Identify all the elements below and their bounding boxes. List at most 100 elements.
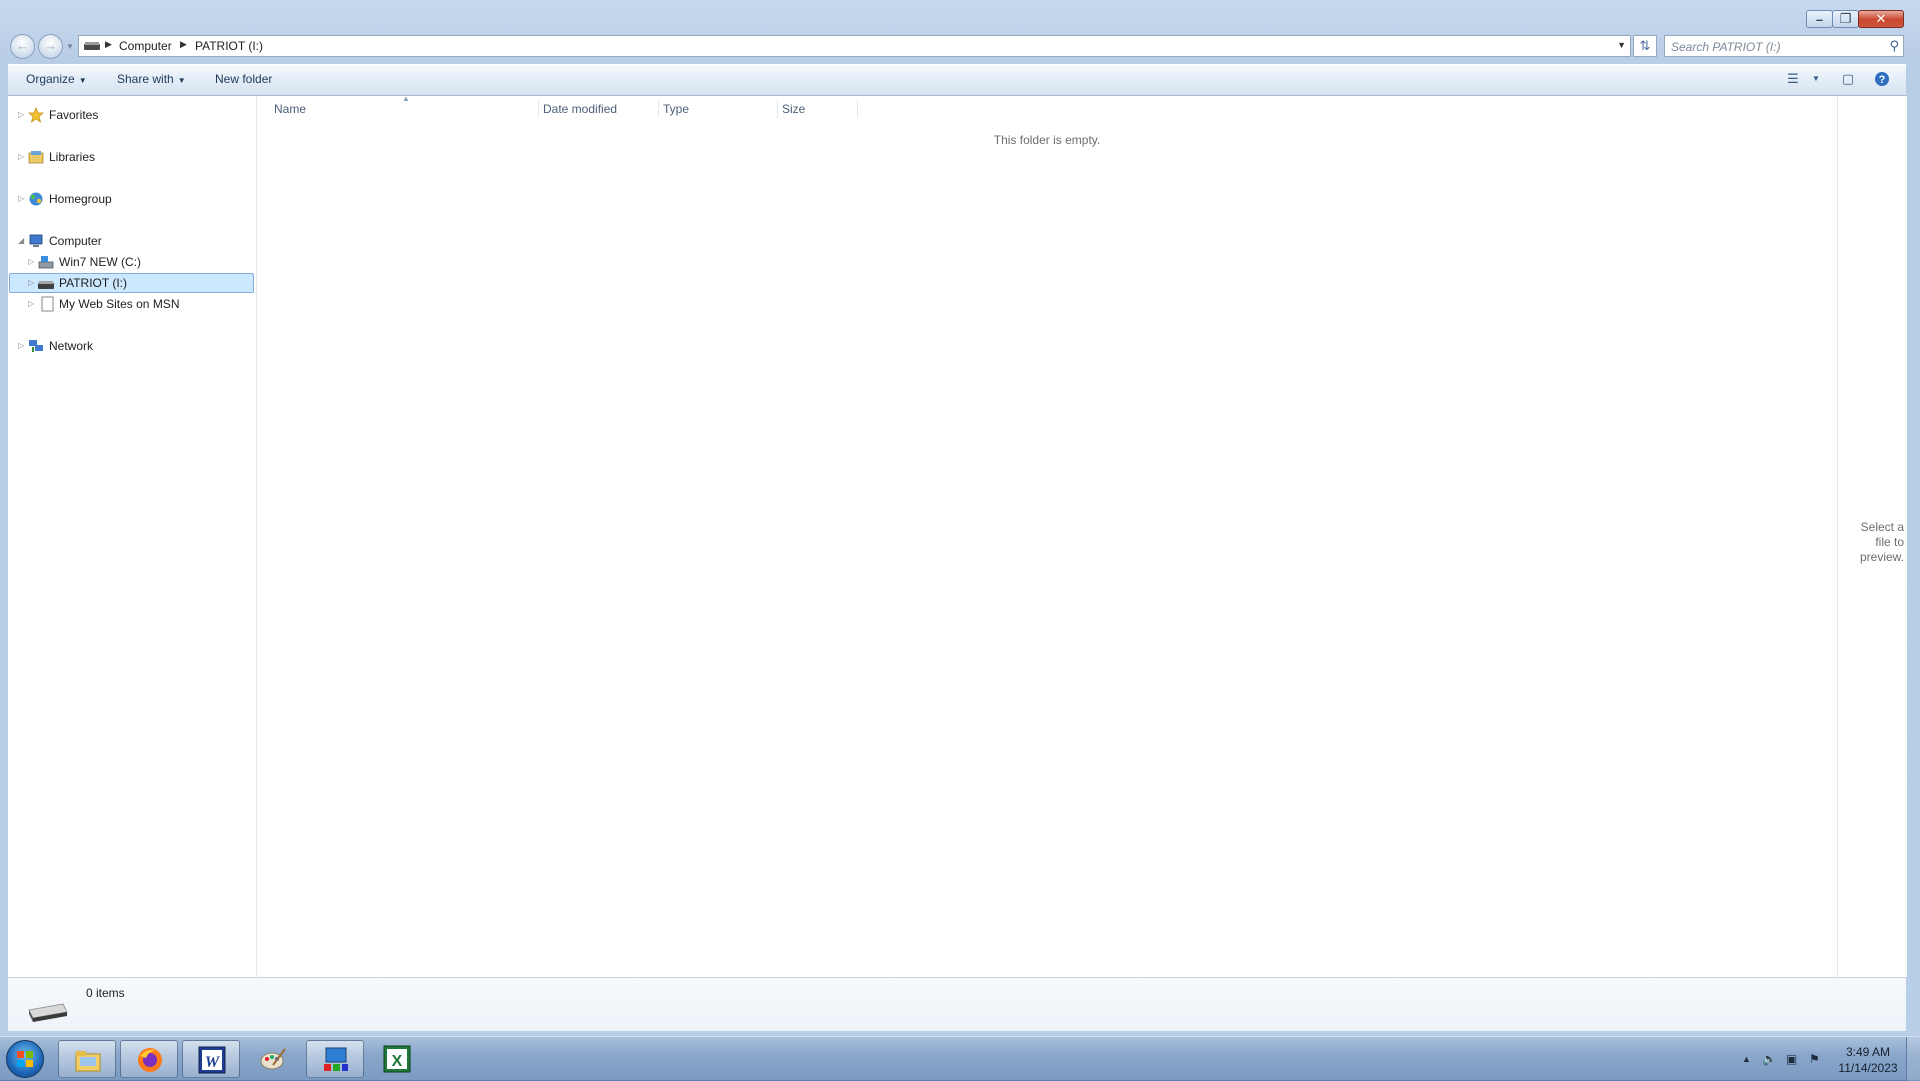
help-icon[interactable]: ? <box>1873 71 1891 87</box>
breadcrumb-arrow-icon[interactable]: ▶ <box>180 39 187 50</box>
navigation-pane[interactable]: ▷ Favorites ▷ Libraries ▷ Homegroup ◢ Co… <box>8 96 257 977</box>
expand-arrow-icon[interactable]: ▷ <box>28 274 34 292</box>
taskbar-firefox[interactable] <box>120 1040 178 1078</box>
details-pane: 0 items <box>8 977 1906 1031</box>
column-divider[interactable] <box>658 100 659 118</box>
expand-arrow-icon[interactable]: ▷ <box>28 295 34 313</box>
start-button[interactable] <box>6 1040 44 1078</box>
show-hidden-icons-icon[interactable]: ▲ <box>1742 1054 1751 1064</box>
tree-item-favorites[interactable]: ▷ Favorites <box>8 106 256 124</box>
title-bar[interactable]: – ❐ ✕ <box>0 0 1920 32</box>
column-header-type[interactable]: Type <box>663 98 689 120</box>
forward-button[interactable]: → <box>38 34 63 59</box>
network-icon <box>29 340 43 352</box>
preview-pane: Select a file to preview. <box>1837 96 1907 977</box>
minimize-button[interactable]: – <box>1806 10 1833 28</box>
chevron-down-icon: ▼ <box>78 76 87 85</box>
collapse-arrow-icon[interactable]: ◢ <box>18 232 24 250</box>
tree-item-drive-c[interactable]: ▷ Win7 NEW (C:) <box>8 253 256 271</box>
taskbar: W X ▲ 🔈 ▣ ⚑ 3:49 AM 11/14/2023 <box>0 1036 1920 1081</box>
content-area: ▷ Favorites ▷ Libraries ▷ Homegroup ◢ Co… <box>8 94 1907 977</box>
minimize-icon: – <box>1815 11 1824 27</box>
view-options-dropdown-icon[interactable]: ▼ <box>1807 74 1825 90</box>
taskbar-excel[interactable]: X <box>368 1040 426 1078</box>
taskbar-paint[interactable] <box>244 1040 302 1078</box>
share-with-label: Share with <box>117 72 174 86</box>
tree-item-network[interactable]: ▷ Network <box>8 337 256 355</box>
breadcrumb-computer[interactable]: Computer <box>119 39 172 53</box>
windows-logo-icon <box>17 1051 33 1067</box>
restore-icon: ❐ <box>1839 11 1852 26</box>
new-folder-button[interactable]: New folder <box>215 72 272 86</box>
command-bar: Organize ▼ Share with ▼ New folder ☰ ▼ ▢ ? <box>8 64 1906 96</box>
tree-label-homegroup: Homegroup <box>49 192 112 206</box>
expand-arrow-icon[interactable]: ▷ <box>18 148 24 166</box>
taskbar-word[interactable]: W <box>182 1040 240 1078</box>
preview-pane-icon[interactable]: ▢ <box>1839 71 1857 87</box>
tree-label-libraries: Libraries <box>49 150 96 164</box>
tree-item-msn[interactable]: ▷ My Web Sites on MSN <box>8 295 256 313</box>
expand-arrow-icon[interactable]: ▷ <box>18 190 24 208</box>
maximize-button[interactable]: ❐ <box>1832 10 1859 28</box>
expand-arrow-icon[interactable]: ▷ <box>28 253 34 271</box>
refresh-button[interactable]: ⇅ <box>1633 35 1657 57</box>
column-header-date-modified[interactable]: Date modified <box>543 98 617 120</box>
column-divider[interactable] <box>857 100 858 118</box>
sort-ascending-icon: ▲ <box>402 94 410 103</box>
address-bar[interactable]: ▶ Computer ▶ PATRIOT (I:) ▼ <box>78 35 1631 57</box>
column-header-size[interactable]: Size <box>782 98 805 120</box>
taskbar-windows-explorer[interactable] <box>58 1040 116 1078</box>
search-placeholder: Search PATRIOT (I:) <box>1671 40 1781 54</box>
organize-button[interactable]: Organize ▼ <box>26 72 87 86</box>
tree-label-network: Network <box>49 339 94 353</box>
search-icon[interactable]: ⚲ <box>1889 38 1899 54</box>
excel-icon: X <box>383 1045 411 1073</box>
expand-arrow-icon[interactable]: ▷ <box>18 337 24 355</box>
column-divider[interactable] <box>538 100 539 118</box>
network-tray-icon[interactable]: ▣ <box>1786 1052 1797 1066</box>
tree-item-computer[interactable]: ◢ Computer <box>8 232 256 250</box>
forward-arrow-icon: → <box>44 38 57 53</box>
volume-icon[interactable]: 🔈 <box>1762 1052 1777 1066</box>
close-icon: ✕ <box>1875 11 1887 26</box>
column-divider[interactable] <box>777 100 778 118</box>
column-header-name[interactable]: Name <box>274 98 306 120</box>
svg-text:?: ? <box>1879 74 1886 86</box>
refresh-icon: ⇅ <box>1639 38 1651 53</box>
tree-item-drive-i[interactable]: ▷ PATRIOT (I:) <box>8 274 256 292</box>
firefox-icon <box>138 1048 162 1072</box>
action-center-flag-icon[interactable]: ⚑ <box>1809 1052 1820 1066</box>
item-count: 0 items <box>86 986 125 1000</box>
removable-drive-icon <box>28 1003 68 1022</box>
tree-label-computer: Computer <box>49 234 102 248</box>
breadcrumb-arrow-icon[interactable]: ▶ <box>105 39 112 50</box>
show-desktop-button[interactable] <box>1906 1037 1920 1081</box>
navigation-bar: ← → ▼ ▶ Computer ▶ PATRIOT (I:) ▼ ⇅ Sear… <box>0 32 1920 60</box>
expand-arrow-icon[interactable]: ▷ <box>18 106 24 124</box>
svg-text:X: X <box>392 1053 403 1070</box>
breadcrumb-drive[interactable]: PATRIOT (I:) <box>195 39 263 53</box>
tree-item-homegroup[interactable]: ▷ Homegroup <box>8 190 256 208</box>
change-view-icon[interactable]: ☰ <box>1784 71 1802 87</box>
tree-label-favorites: Favorites <box>49 108 99 122</box>
share-with-button[interactable]: Share with ▼ <box>117 72 186 86</box>
clock[interactable]: 3:49 AM 11/14/2023 <box>1835 1044 1901 1076</box>
taskbar-control-panel[interactable] <box>306 1040 364 1078</box>
file-list[interactable]: Name ▲ Date modified Type Size This fold… <box>257 94 1837 977</box>
search-input[interactable]: Search PATRIOT (I:) ⚲ <box>1664 35 1904 57</box>
empty-folder-message: This folder is empty. <box>993 133 1101 147</box>
close-button[interactable]: ✕ <box>1858 10 1904 28</box>
tree-label-drive-i: PATRIOT (I:) <box>59 276 127 290</box>
recent-pages-icon[interactable]: ▼ <box>66 42 74 51</box>
back-button[interactable]: ← <box>10 34 35 59</box>
clock-time: 3:49 AM <box>1845 1045 1891 1059</box>
system-drive-icon <box>38 256 54 269</box>
tree-label-msn: My Web Sites on MSN <box>59 297 180 311</box>
removable-drive-icon <box>38 281 54 289</box>
svg-text:W: W <box>205 1054 221 1071</box>
star-icon <box>28 107 44 123</box>
clock-date: 11/14/2023 <box>1838 1061 1898 1075</box>
computer-icon <box>29 234 43 247</box>
tree-item-libraries[interactable]: ▷ Libraries <box>8 148 256 166</box>
address-dropdown-icon[interactable]: ▼ <box>1617 40 1626 50</box>
